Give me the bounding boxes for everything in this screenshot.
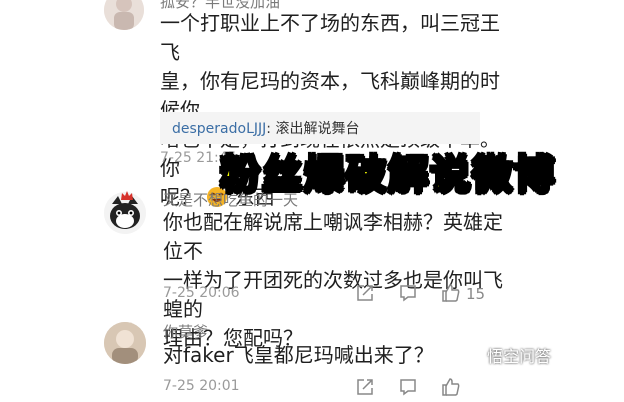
share-icon[interactable] <box>355 377 375 401</box>
reply-content: : 滚出解说舞台 <box>266 121 360 137</box>
comment-text: 你也配在解说席上嘲讽李相赫？英雄定位不 一样为了开团死的次数过多也是你叫飞蝗的 … <box>163 208 503 353</box>
comment-line: 对faker飞皇都尼玛喊出来了？ <box>163 343 434 367</box>
comment-icon[interactable] <box>398 283 418 307</box>
like-count: 15 <box>466 285 486 303</box>
avatar-image <box>104 0 144 30</box>
comment-username[interactable]: 你莫爹 <box>163 321 208 342</box>
crown-badge-icon <box>121 186 133 205</box>
watermark-logo-icon <box>460 344 482 370</box>
share-icon[interactable] <box>355 283 375 307</box>
avatar-image <box>104 322 146 364</box>
reply-text: desperadoLJJJ: 滚出解说舞台 <box>172 118 359 138</box>
comment-timestamp: 7-25 20:06 <box>163 285 240 301</box>
comment-line: 一个打职业上不了场的东西，叫三冠王飞 <box>160 11 500 64</box>
avatar[interactable] <box>104 322 146 364</box>
avatar[interactable] <box>104 0 144 30</box>
reply-box[interactable]: desperadoLJJJ: 滚出解说舞台 <box>160 112 480 144</box>
watermark-text: 悟空问答 <box>487 347 552 366</box>
comment-text: 对faker飞皇都尼玛喊出来了？ <box>163 341 503 370</box>
reply-username[interactable]: desperadoLJJJ <box>172 121 266 137</box>
overlay-caption: 粉丝爆破解说微博 <box>219 151 556 199</box>
like-icon[interactable] <box>440 376 462 402</box>
comment-timestamp: 7-25 20:01 <box>163 378 240 394</box>
like-icon[interactable] <box>440 282 462 308</box>
comment-line: 你也配在解说席上嘲讽李相赫？英雄定位不 <box>163 210 503 263</box>
comment-icon[interactable] <box>398 377 418 401</box>
watermark: 悟空问答 <box>460 343 551 370</box>
